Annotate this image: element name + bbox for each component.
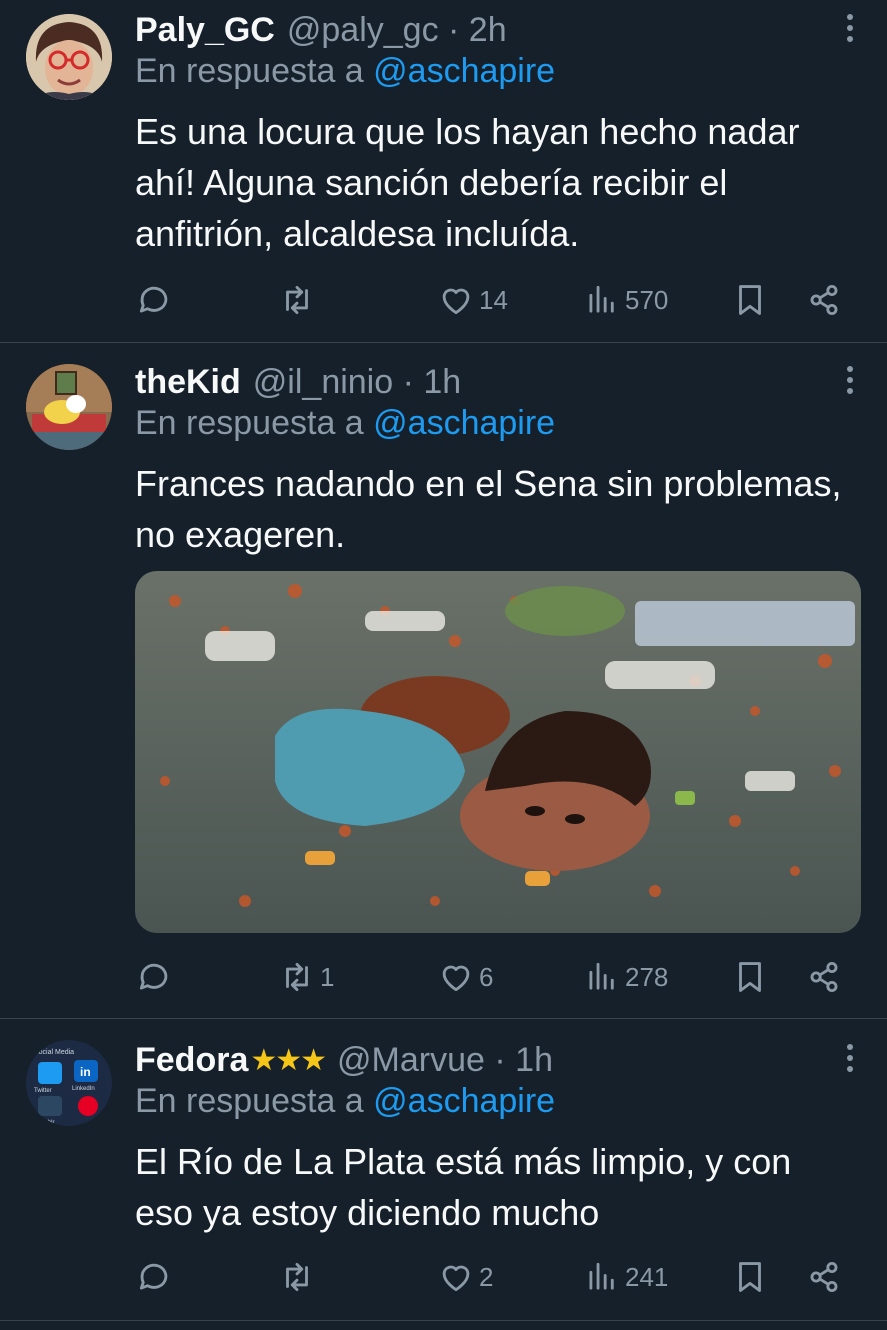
avatar-fedora[interactable]: Social Media in Twitter LinkedIn Tumblr: [26, 1040, 112, 1126]
views-button[interactable]: 278: [583, 952, 668, 1002]
retweet-icon: [286, 1262, 308, 1292]
tweet-text: El Río de La Plata está más limpio, y co…: [135, 1141, 792, 1233]
share-icon: [810, 961, 838, 993]
user-handle[interactable]: @Marvue · 1h: [337, 1041, 553, 1080]
like-icon: [442, 965, 470, 992]
like-button[interactable]: 6: [437, 952, 493, 1002]
more-icon[interactable]: [845, 1044, 855, 1078]
tweet-text: Es una locura que los hayan hecho nadar …: [135, 111, 800, 254]
display-name[interactable]: theKid: [135, 363, 241, 402]
tweet-divider: [0, 342, 887, 343]
retweet-icon: [286, 285, 308, 315]
avatar-label-tumblr: Tumblr: [36, 1120, 54, 1126]
views-icon: [589, 1262, 614, 1290]
bookmark-icon: [739, 1262, 761, 1292]
action-bar: 14 570: [135, 275, 875, 325]
reply-button[interactable]: [135, 952, 177, 1002]
avatar-label-linkedin: LinkedIn: [72, 1086, 95, 1092]
tweet-paly[interactable]: Paly_GC @paly_gc · 2h En respuesta a @as…: [0, 0, 887, 342]
display-name[interactable]: Paly_GC: [135, 11, 275, 50]
user-handle[interactable]: @il_ninio · 1h: [253, 363, 461, 402]
share-button[interactable]: [805, 275, 843, 325]
tweet-thekid[interactable]: theKid @il_ninio · 1h En respuesta a @as…: [0, 352, 887, 1017]
avatar-paly[interactable]: [26, 14, 112, 100]
reply-button[interactable]: [135, 275, 177, 325]
retweet-button[interactable]: 1: [278, 952, 334, 1002]
tweet-photo[interactable]: [135, 571, 861, 933]
bookmark-button[interactable]: [731, 1252, 769, 1302]
tweet-header: Paly_GC @paly_gc · 2h: [135, 0, 507, 60]
bookmark-button[interactable]: [731, 275, 769, 325]
user-handle[interactable]: @paly_gc · 2h: [287, 11, 507, 50]
mention-link[interactable]: @aschapire: [373, 404, 555, 442]
reply-context: En respuesta a @aschapire: [135, 52, 556, 90]
like-button[interactable]: 2: [437, 1252, 493, 1302]
share-icon: [810, 1261, 838, 1293]
share-icon: [810, 284, 838, 316]
star-emoji-icon: ★★★: [250, 1043, 327, 1077]
like-icon: [442, 288, 470, 315]
share-button[interactable]: [805, 952, 843, 1002]
action-bar: 1 6 278: [135, 952, 875, 1002]
like-icon: [442, 1265, 470, 1292]
reply-icon: [139, 1263, 168, 1290]
tweet-text: Frances nadando en el Sena sin problemas…: [135, 463, 842, 555]
reply-icon: [139, 963, 168, 990]
tweet-header: Fedora ★★★ @Marvue · 1h: [135, 1030, 553, 1090]
tweet-fedora[interactable]: Social Media in Twitter LinkedIn Tumblr …: [0, 1030, 887, 1320]
reply-icon: [139, 286, 168, 313]
reply-context: En respuesta a @aschapire: [135, 1082, 556, 1120]
avatar-label-in: in: [80, 1065, 91, 1079]
reply-button[interactable]: [135, 1252, 177, 1302]
tweet-divider: [0, 1320, 887, 1321]
reply-context: En respuesta a @aschapire: [135, 404, 556, 442]
avatar-label-top: Social Media: [34, 1049, 74, 1056]
bookmark-icon: [739, 962, 761, 992]
mention-link[interactable]: @aschapire: [373, 1082, 555, 1120]
display-name[interactable]: Fedora: [135, 1041, 248, 1080]
more-icon[interactable]: [845, 366, 855, 400]
retweet-icon: [286, 962, 308, 992]
more-icon[interactable]: [845, 14, 855, 48]
share-button[interactable]: [805, 1252, 843, 1302]
retweet-button[interactable]: [278, 1252, 320, 1302]
bookmark-button[interactable]: [731, 952, 769, 1002]
retweet-button[interactable]: [278, 275, 320, 325]
avatar-label-twitter: Twitter: [34, 1088, 52, 1094]
like-button[interactable]: 14: [437, 275, 508, 325]
tweet-header: theKid @il_ninio · 1h: [135, 352, 461, 412]
bookmark-icon: [739, 285, 761, 315]
tweet-divider: [0, 1018, 887, 1019]
views-button[interactable]: 241: [583, 1252, 668, 1302]
views-icon: [589, 962, 614, 990]
mention-link[interactable]: @aschapire: [373, 52, 555, 90]
views-icon: [589, 285, 614, 313]
views-button[interactable]: 570: [583, 275, 668, 325]
avatar-thekid[interactable]: [26, 364, 112, 450]
action-bar: 2 241: [135, 1252, 875, 1302]
